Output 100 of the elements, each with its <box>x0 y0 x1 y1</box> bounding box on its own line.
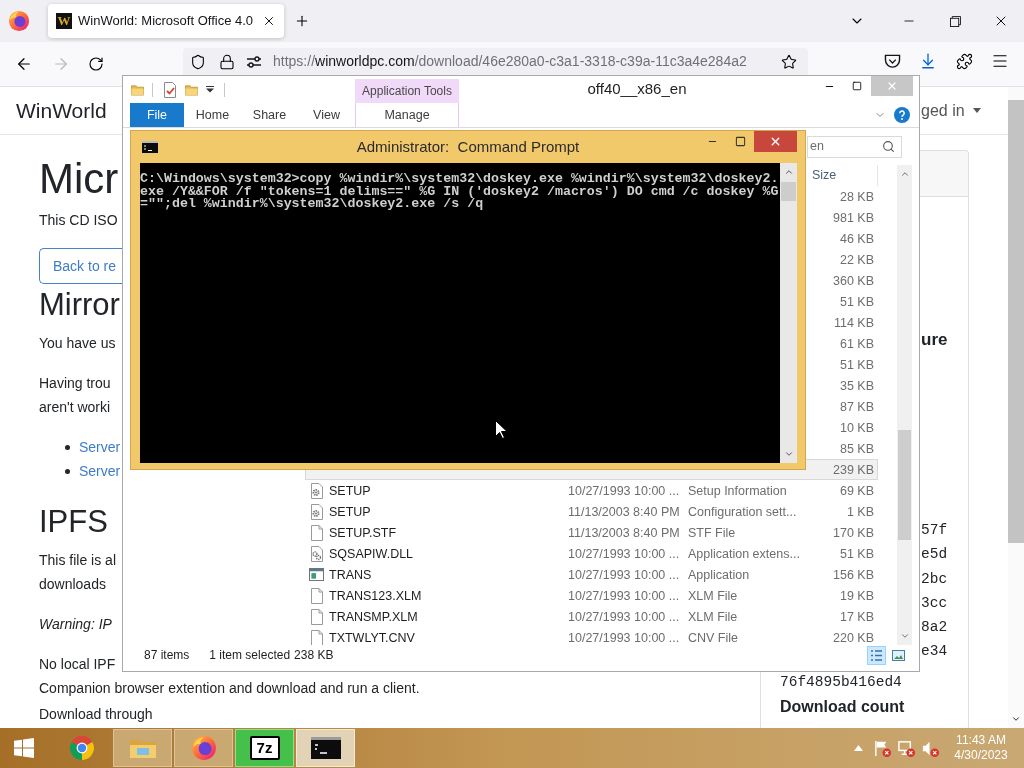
ribbon-tab[interactable]: Manage <box>355 103 459 127</box>
hash-text: 8a2 <box>921 618 948 638</box>
section-heading: Mirror <box>39 286 120 324</box>
puzzle-icon <box>955 52 973 70</box>
scroll-up-icon <box>783 167 794 177</box>
file-size: 35 KB <box>839 377 874 394</box>
taskbar-app-button[interactable]: 7z <box>235 729 294 767</box>
file-size: 46 KB <box>839 230 874 247</box>
file-size: 22 KB <box>839 251 874 268</box>
caret-icon <box>206 86 214 93</box>
download-icon <box>919 52 937 70</box>
file-size: 239 KB <box>833 461 874 478</box>
scrollbar-thumb[interactable] <box>781 182 796 201</box>
file-type: Setup Information <box>688 482 787 499</box>
file-type: STF File <box>688 524 736 541</box>
warning-text: Warning: IP <box>39 615 112 634</box>
file-name: TXTWLYT.CNV <box>329 629 415 645</box>
ribbon-tab[interactable]: Share <box>241 103 298 127</box>
caret-up-icon[interactable] <box>853 745 863 751</box>
hash-text: 2bc <box>921 569 948 589</box>
file-size: 220 KB <box>833 629 874 645</box>
folder-icon <box>131 83 144 96</box>
file-type: XLM File <box>688 608 738 625</box>
search-field[interactable]: en <box>807 135 902 158</box>
address-bar[interactable]: https://winworldpc.com/download/46e280a0-c3a1-3318-c39a-11c3a4e284a2 <box>183 48 808 75</box>
file-size: 981 KB <box>833 209 874 226</box>
file-size: 69 KB <box>839 482 874 499</box>
archive-app-logo: 7z <box>249 736 280 760</box>
url-text: https://winworldpc.com/download/46e280a0-c3a1-3318-c39a-11c3a4e284a2 <box>273 52 747 71</box>
lock-icon <box>219 53 235 70</box>
windows-logo-icon <box>14 738 34 758</box>
sliders-icon <box>246 53 262 70</box>
server-link[interactable]: Server <box>79 435 121 459</box>
network-with-cross-icon[interactable] <box>896 738 916 758</box>
file-name: TRANS <box>329 566 372 583</box>
chrome-logo-icon <box>68 735 95 761</box>
bullet-icon <box>65 444 70 450</box>
view-button[interactable] <box>867 645 886 665</box>
search-icon <box>882 140 895 153</box>
hash-text: 57f <box>921 521 948 540</box>
scrollbar-thumb[interactable] <box>898 430 911 540</box>
hash-text: e34 <box>921 642 948 662</box>
modified-date: 10/27/1993 10:00 ... <box>568 587 680 604</box>
file-type: Application <box>688 566 750 583</box>
file-size: 360 KB <box>833 272 874 289</box>
modified-date: 10/27/1993 10:00 ... <box>568 545 680 562</box>
file-size: 61 KB <box>839 335 874 352</box>
paragraph-text: Companion browser extention and download and run a client. <box>39 679 420 698</box>
hash-text: 76f4895b416ed4 <box>780 672 902 691</box>
shield-icon <box>190 53 206 70</box>
blank-document-icon <box>309 524 324 541</box>
ribbon-tab[interactable]: File <box>130 103 184 127</box>
account-menu[interactable]: ged in <box>921 98 981 123</box>
paragraph-text: This CD ISO <box>39 211 118 230</box>
site-title[interactable]: WinWorld <box>16 94 107 127</box>
file-name: TRANS123.XLM <box>329 587 422 604</box>
gear-document-icon <box>309 482 324 499</box>
contextual-tab-header: Application Tools <box>355 79 459 103</box>
ribbon-tab[interactable]: Home <box>184 103 241 127</box>
file-size: 51 KB <box>839 293 874 310</box>
file-size: 19 KB <box>839 587 874 604</box>
forward-arrow-icon <box>52 55 70 73</box>
menu-icon <box>991 52 1009 70</box>
gears-document-icon <box>309 545 324 562</box>
scroll-down-icon <box>899 631 910 641</box>
window-title: Administrator: Command Prompt <box>356 136 580 157</box>
paragraph-text: Download through <box>39 705 153 724</box>
window-title: off40__x86_en <box>587 79 687 100</box>
flag-with-cross-icon[interactable] <box>872 738 892 758</box>
scroll-down-icon <box>1011 714 1021 724</box>
file-name: SETUP <box>329 482 371 499</box>
plus-icon <box>294 13 310 29</box>
item-count: 87 items <box>144 647 190 664</box>
taskbar-app-button[interactable] <box>296 729 355 767</box>
star-icon <box>781 53 797 70</box>
download-count-label: Download count <box>780 696 905 717</box>
file-size: 156 KB <box>833 566 874 583</box>
ribbon-tab[interactable]: View <box>298 103 355 127</box>
file-type: CNV File <box>688 629 738 645</box>
file-size: 114 KB <box>833 314 874 331</box>
card-heading: ure <box>921 329 948 351</box>
scrollbar-thumb[interactable] <box>1008 100 1024 543</box>
paragraph-text: No local IPF <box>39 655 116 674</box>
file-name: TRANSMP.XLM <box>329 608 418 625</box>
firefox-logo-icon <box>8 10 30 32</box>
console-icon <box>142 141 158 153</box>
mouse-pointer-icon <box>495 420 507 439</box>
site-favicon: W <box>56 13 72 29</box>
file-size: 51 KB <box>839 356 874 373</box>
blank-document-icon <box>309 629 324 645</box>
file-name: SQSAPIW.DLL <box>329 545 414 562</box>
server-link[interactable]: Server <box>79 459 121 483</box>
paragraph-text: This file is al <box>39 551 117 570</box>
column-header[interactable]: Size <box>808 166 837 185</box>
chevron-pouch-icon <box>883 53 901 69</box>
selection-count: 1 item selected <box>209 647 291 664</box>
browser-tab[interactable]: W WinWorld: Microsoft Office 4.0 <box>48 4 284 38</box>
application-window-icon <box>309 568 324 581</box>
caret-down-icon <box>972 108 981 113</box>
paragraph-text: You have us <box>39 334 116 353</box>
